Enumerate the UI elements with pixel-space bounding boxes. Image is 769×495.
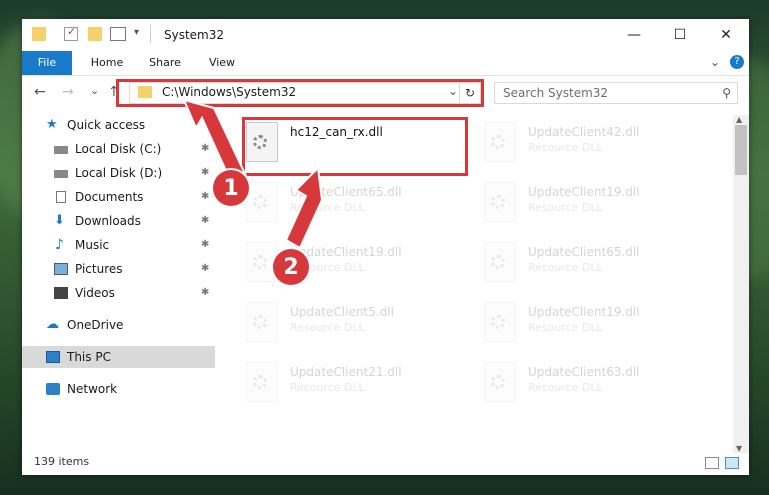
annotation-arrows — [182, 98, 324, 250]
step-1-callout: 1 — [213, 170, 249, 206]
arrow-to-file — [284, 165, 324, 250]
step-2-callout: 2 — [273, 249, 309, 285]
